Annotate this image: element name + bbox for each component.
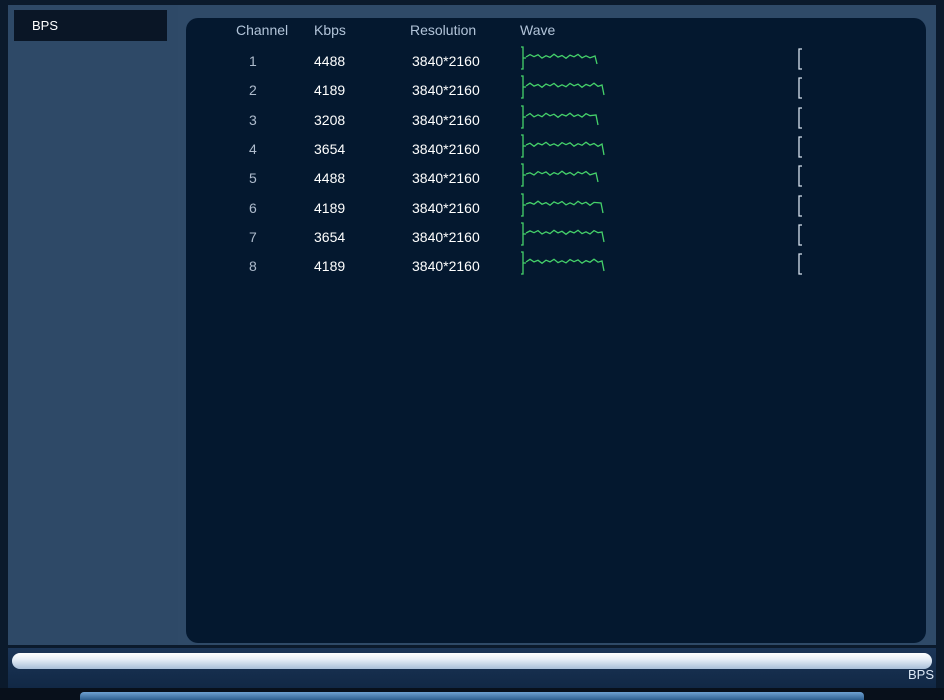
column-header-wave: Wave <box>520 22 556 38</box>
channel-cell: 2 <box>249 82 257 99</box>
channel-cell: 1 <box>249 53 257 69</box>
wave-graph <box>521 222 605 246</box>
kbps-cell: 3208 <box>314 111 346 128</box>
footer-label: BPS <box>907 667 934 682</box>
channel-cell: 5 <box>249 170 257 187</box>
resolution-cell: 3840*2160 <box>412 111 480 128</box>
wave-end-marker <box>798 224 802 246</box>
column-header-kbps: Kbps <box>314 22 346 38</box>
resolution-cell: 3840*2160 <box>412 140 480 157</box>
wave-graph <box>521 251 605 275</box>
wave-end-marker <box>798 194 802 217</box>
column-header-resolution: Resolution <box>410 22 477 38</box>
wave-graph <box>521 163 599 187</box>
channel-cell: 3 <box>249 111 257 128</box>
wave-end-marker <box>798 48 802 70</box>
wave-graph <box>521 75 605 99</box>
kbps-cell: 4189 <box>314 199 346 216</box>
wave-end-marker <box>798 165 802 187</box>
wave-graph <box>521 192 604 217</box>
progress-track <box>12 653 932 669</box>
kbps-cell: 4189 <box>314 82 346 99</box>
bottom-strip-highlight <box>80 692 864 700</box>
resolution-cell: 3840*2160 <box>412 170 480 187</box>
column-header-channel: Channel <box>236 22 289 38</box>
channel-cell: 8 <box>249 258 257 275</box>
sidebar-item-bps[interactable]: BPS <box>14 10 167 41</box>
wave-end-marker <box>798 106 802 129</box>
wave-end-marker <box>798 77 802 99</box>
wave-end-marker <box>798 136 802 158</box>
wave-end-marker <box>798 253 802 275</box>
wave-graph <box>521 104 599 129</box>
resolution-cell: 3840*2160 <box>412 228 480 245</box>
kbps-cell: 3654 <box>314 140 346 157</box>
wave-graph <box>521 134 605 158</box>
wave-graph <box>521 46 598 70</box>
kbps-cell: 4189 <box>314 258 346 275</box>
kbps-cell: 3654 <box>314 228 346 245</box>
table-row: 8 4189 3840*2160 <box>0 251 944 287</box>
channel-cell: 7 <box>249 228 257 245</box>
resolution-cell: 3840*2160 <box>412 258 480 275</box>
resolution-cell: 3840*2160 <box>412 199 480 216</box>
channel-cell: 6 <box>249 199 257 216</box>
resolution-cell: 3840*2160 <box>412 53 480 69</box>
kbps-cell: 4488 <box>314 53 346 69</box>
progress-fill <box>12 653 932 669</box>
channel-cell: 4 <box>249 140 257 157</box>
resolution-cell: 3840*2160 <box>412 82 480 99</box>
kbps-cell: 4488 <box>314 170 346 187</box>
